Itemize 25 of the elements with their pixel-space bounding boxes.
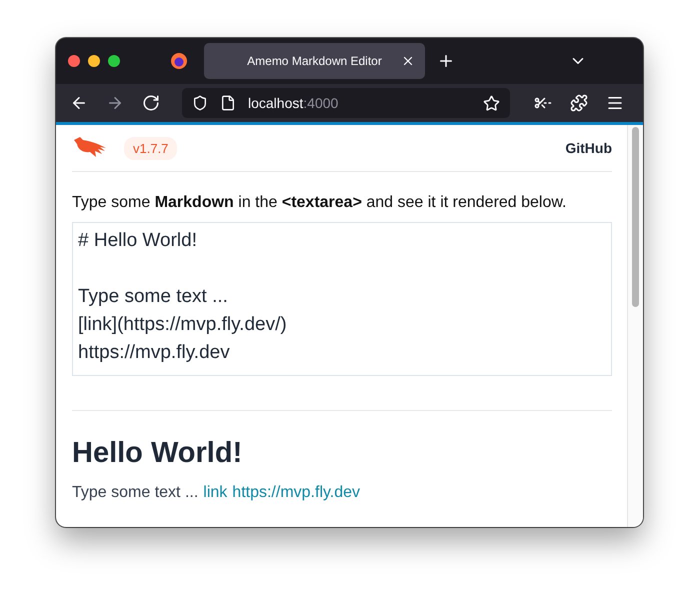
browser-logo-icon xyxy=(170,52,188,70)
preview-heading: Hello World! xyxy=(72,437,244,470)
menu-icon[interactable] xyxy=(606,94,624,112)
github-link[interactable]: GitHub xyxy=(565,140,612,156)
new-tab-icon[interactable] xyxy=(437,52,455,70)
reload-icon xyxy=(142,94,160,112)
scrollbar-thumb[interactable] xyxy=(632,127,639,307)
browser-tab[interactable]: Amemo Markdown Editor xyxy=(204,43,425,79)
address-bar[interactable]: localhost:4000 xyxy=(182,88,510,118)
shield-icon xyxy=(192,95,208,111)
preview-link[interactable]: link xyxy=(203,484,228,502)
version-badge: v1.7.7 xyxy=(124,136,178,160)
close-window-button[interactable] xyxy=(68,55,80,67)
markdown-input-field[interactable]: # Hello World! Type some text ... [link](https://mvp.fly.dev/) https://mvp.fly.dev xyxy=(72,222,612,376)
arrow-right-icon xyxy=(106,94,124,112)
star-icon[interactable] xyxy=(483,94,500,112)
extensions-icon[interactable] xyxy=(570,94,588,112)
close-icon[interactable] xyxy=(401,54,415,68)
maximize-window-button[interactable] xyxy=(108,55,120,67)
preview-text: Type some text ... xyxy=(72,484,198,502)
bird-logo-icon xyxy=(72,136,108,160)
page-icon xyxy=(220,95,236,111)
intro-text: Type some Markdown in the <textarea> and see it it rendered below. xyxy=(72,194,568,212)
minimize-window-button[interactable] xyxy=(88,55,100,67)
preview-link[interactable]: https://mvp.fly.dev xyxy=(232,484,360,502)
